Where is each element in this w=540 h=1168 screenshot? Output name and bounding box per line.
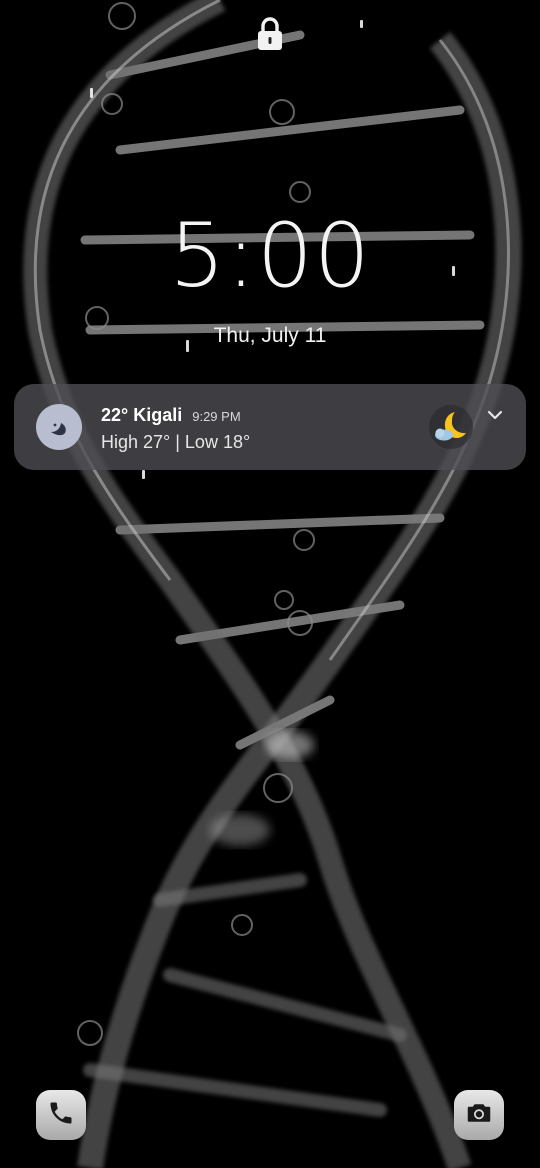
notification-time: 9:29 PM	[192, 409, 241, 424]
clock-time: 5:00	[169, 204, 371, 307]
camera-icon	[464, 1098, 494, 1133]
moon-icon	[36, 404, 82, 450]
notification-title-line: 22° Kigali 9:29 PM	[101, 405, 241, 426]
clock-date: Thu, July 11	[213, 324, 327, 347]
weather-notification[interactable]: 22° Kigali 9:29 PM High 27° | Low 18°	[14, 384, 526, 470]
lock-icon	[256, 16, 284, 52]
dna-helix-wallpaper	[0, 0, 540, 1168]
notification-title: 22° Kigali	[101, 405, 183, 425]
phone-icon	[47, 1099, 75, 1132]
phone-shortcut-button[interactable]	[36, 1090, 86, 1140]
notification-body: High 27° | Low 18°	[101, 432, 251, 452]
chevron-down-icon[interactable]	[484, 404, 506, 426]
camera-shortcut-button[interactable]	[454, 1090, 504, 1140]
crescent-moon-cloud-icon	[428, 404, 474, 450]
